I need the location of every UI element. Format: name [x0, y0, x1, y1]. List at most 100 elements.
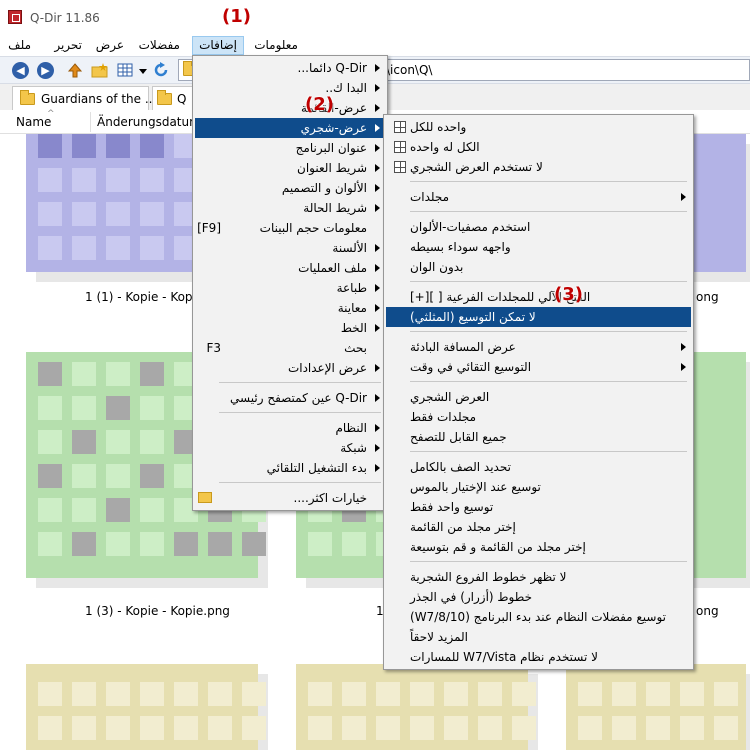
menu-item[interactable]: عرض-شجري — [195, 118, 385, 138]
arrow-right-icon: ▶ — [41, 64, 50, 77]
menu-item[interactable]: توسيع مفضلات النظام عند بدء البرنامج (W7… — [386, 607, 691, 627]
file-name[interactable]: ong — [696, 290, 719, 304]
menu-item[interactable]: استخدم مصفيات-الألوان — [386, 217, 691, 237]
menu-item[interactable]: عنوان البرنامج — [195, 138, 385, 158]
submenu-arrow-icon — [375, 124, 380, 132]
menu-view[interactable]: عرض — [90, 36, 130, 55]
new-folder-button[interactable] — [91, 62, 108, 79]
menu-item[interactable]: عرض المسافة البادئة — [386, 337, 691, 357]
menu-item[interactable]: الألسنة — [195, 238, 385, 258]
file-thumbnail[interactable] — [26, 664, 268, 750]
menu-item[interactable]: بدء التشغيل التلقائي — [195, 458, 385, 478]
column-divider[interactable] — [90, 112, 91, 132]
menu-item[interactable]: مجلدات — [386, 187, 691, 207]
view-mode-dropdown[interactable] — [137, 62, 154, 79]
tab-guardians[interactable]: Guardians of the ... — [12, 86, 156, 110]
menu-item[interactable]: واجهه سوداء بسيطه — [386, 237, 691, 257]
submenu-arrow-icon — [375, 164, 380, 172]
file-name[interactable]: 1 (1) - Kopie - Kopie. — [85, 290, 207, 304]
sort-up-icon: ^ — [47, 109, 55, 119]
menu-item[interactable]: طباعة — [195, 278, 385, 298]
file-thumbnail[interactable] — [296, 664, 538, 750]
callout-1: (1) — [222, 6, 251, 27]
menu-item[interactable]: معلومات حجم البينات [F9] — [195, 218, 385, 238]
menu-edit[interactable]: تحرير — [48, 36, 88, 55]
thumbnail-cell — [208, 716, 232, 740]
menu-file[interactable]: ملف — [2, 36, 37, 55]
column-date[interactable]: Änderungsdatum — [97, 115, 201, 129]
menu-item[interactable]: معاينة — [195, 298, 385, 318]
menu-item[interactable]: الخط — [195, 318, 385, 338]
folder-icon — [20, 90, 35, 105]
menu-item[interactable]: بدون الوان — [386, 257, 691, 277]
menu-item[interactable]: عرض الإعدادات — [195, 358, 385, 378]
menu-item[interactable]: جميع القابل للتصفح — [386, 427, 691, 447]
menu-item[interactable]: الكل له واحده — [386, 137, 691, 157]
menu-item[interactable]: العرض الشجري — [386, 387, 691, 407]
menu-item[interactable]: خطوط (أزرار) في الجذر — [386, 587, 691, 607]
menu-item[interactable]: إختر مجلد من القائمة و قم بتوسيعة — [386, 537, 691, 557]
thumbnail-cell — [208, 682, 232, 706]
menu-item[interactable]: شريط العنوان — [195, 158, 385, 178]
menu-item[interactable]: المزيد لاحقاً — [386, 627, 691, 647]
menu-item-label: ملف العمليات — [298, 261, 367, 275]
thumbnail-cell — [38, 464, 62, 488]
menu-item[interactable]: خيارات اكثر.... — [195, 488, 385, 508]
menu-item-label: واحده للكل — [410, 120, 467, 134]
thumbnail-cell — [106, 362, 130, 386]
back-button[interactable]: ◀ — [12, 62, 29, 79]
menu-item[interactable]: مجلدات فقط — [386, 407, 691, 427]
menu-item[interactable]: Q-Dir دائما... — [195, 58, 385, 78]
menu-item[interactable]: ملف العمليات — [195, 258, 385, 278]
submenu-arrow-icon — [375, 324, 380, 332]
menu-item[interactable]: شريط الحالة — [195, 198, 385, 218]
file-name[interactable]: 1 (3) - Kopie - Kopie.png — [85, 604, 230, 618]
thumbnail-cell — [342, 716, 366, 740]
forward-button[interactable]: ▶ — [37, 62, 54, 79]
menu-item[interactable]: لا تمكن التوسيع (المثلثي) — [386, 307, 691, 327]
menu-item[interactable]: توسيع عند الإختيار بالموس — [386, 477, 691, 497]
menu-item[interactable]: واحده للكل — [386, 117, 691, 137]
menu-item[interactable]: لا تستخدم العرض الشجري — [386, 157, 691, 177]
menu-item[interactable]: إختر مجلد من القائمة — [386, 517, 691, 537]
menu-item[interactable]: لا تستخدم نظام W7/Vista للمسارات — [386, 647, 691, 667]
menu-item[interactable]: البدا ك.. — [195, 78, 385, 98]
up-folder-button[interactable] — [67, 62, 84, 79]
file-thumbnail[interactable] — [566, 664, 750, 750]
menu-item[interactable]: الألوان و التصميم — [195, 178, 385, 198]
submenu-arrow-icon — [375, 244, 380, 252]
address-path: \icon\Q\ — [386, 63, 433, 77]
thumbnail-cell — [376, 716, 400, 740]
menu-item[interactable]: شبكة — [195, 438, 385, 458]
menu-item[interactable]: توسيع واحد فقط — [386, 497, 691, 517]
view-mode-button[interactable] — [117, 62, 134, 79]
refresh-button[interactable] — [153, 62, 170, 79]
window-title: Q-Dir 11.86 — [30, 11, 100, 25]
tab-q[interactable]: Q — [152, 86, 196, 110]
menu-item[interactable]: عرض-القائمة — [195, 98, 385, 118]
menu-item[interactable]: لا تظهر خطوط الفروع الشجرية — [386, 567, 691, 587]
file-name[interactable]: ong — [696, 604, 719, 618]
thumbnail-cell — [38, 396, 62, 420]
menu-item[interactable]: الفتح الآلي للمجلدات الفرعية [ ][+] — [386, 287, 691, 307]
menu-item[interactable]: Q-Dir عين كمتصفح رئيسي — [195, 388, 385, 408]
thumbnail-cell — [140, 362, 164, 386]
menu-info[interactable]: معلومات — [248, 36, 304, 55]
thumbnail-cell — [714, 716, 738, 740]
thumbnail-cell — [140, 396, 164, 420]
menu-item-label: لا تستخدم نظام W7/Vista للمسارات — [410, 650, 599, 664]
menu-favorites[interactable]: مفضلات — [133, 36, 186, 55]
thumbnail-cell — [242, 682, 266, 706]
menu-item-label: المزيد لاحقاً — [410, 630, 468, 644]
menu-extras[interactable]: إضافات — [192, 36, 244, 55]
thumbnail-cell — [308, 532, 332, 556]
submenu-arrow-icon — [375, 84, 380, 92]
menu-item[interactable]: بحث F3 — [195, 338, 385, 358]
grid-view-icon — [117, 63, 133, 77]
menu-separator — [219, 482, 381, 483]
menu-item[interactable]: التوسيع التقائي في وقت — [386, 357, 691, 377]
menu-item[interactable]: تحديد الصف بالكامل — [386, 457, 691, 477]
thumbnail-cell — [444, 716, 468, 740]
menu-item[interactable]: النظام — [195, 418, 385, 438]
thumbnail-cell — [208, 532, 232, 556]
